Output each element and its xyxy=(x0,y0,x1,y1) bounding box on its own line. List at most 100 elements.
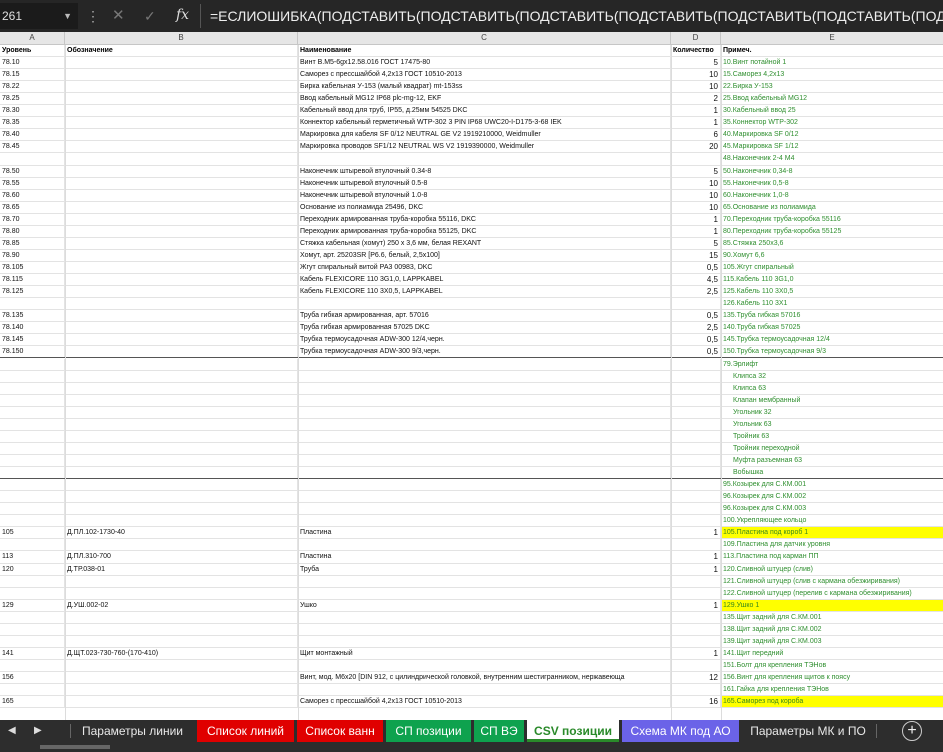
tab-sp-positions[interactable]: СП позиции xyxy=(386,720,471,742)
level-cell[interactable]: 78.135 xyxy=(0,310,65,322)
header-cell-name[interactable]: Наименование xyxy=(298,45,671,56)
note-cell[interactable]: 165.Саморез под короба xyxy=(721,696,943,708)
designation-cell[interactable]: Д.ТР.038-01 xyxy=(65,563,298,575)
quantity-cell[interactable]: 2 xyxy=(671,93,721,105)
note-cell[interactable]: 15.Саморез 4,2х13 xyxy=(721,69,943,80)
quantity-cell[interactable] xyxy=(671,587,721,599)
level-cell[interactable]: 113 xyxy=(0,551,65,563)
quantity-cell[interactable] xyxy=(671,358,721,370)
name-cell[interactable]: Кабельный ввод для труб, IP55, д.25мм 54… xyxy=(298,105,671,117)
note-cell[interactable]: 138.Щит задний для С.КМ.002 xyxy=(721,624,943,635)
note-cell[interactable]: 105.Жгут спиральный xyxy=(721,262,943,273)
note-cell[interactable]: 139.Щит задний для С.КМ.003 xyxy=(721,636,943,647)
designation-cell[interactable] xyxy=(65,394,298,406)
designation-cell[interactable] xyxy=(65,467,298,479)
note-cell[interactable]: 121.Сливной штуцер (слив с кармана обезж… xyxy=(721,576,943,587)
note-cell[interactable]: 79.Эрлифт xyxy=(721,359,943,370)
quantity-cell[interactable]: 1 xyxy=(671,599,721,611)
quantity-cell[interactable] xyxy=(671,479,721,491)
name-cell[interactable]: Пластина xyxy=(298,527,671,539)
level-cell[interactable] xyxy=(0,491,65,503)
note-cell[interactable]: 125.Кабель 110 3X0,5 xyxy=(721,286,943,297)
level-cell[interactable]: 78.105 xyxy=(0,262,65,274)
name-cell[interactable] xyxy=(298,660,671,672)
name-cell[interactable] xyxy=(298,467,671,479)
quantity-cell[interactable]: 0,5 xyxy=(671,262,721,274)
designation-cell[interactable] xyxy=(65,684,298,696)
designation-cell[interactable] xyxy=(65,153,298,165)
name-cell[interactable]: Наконечник штыревой втулочный 0.5-8 xyxy=(298,177,671,189)
header-cell-level[interactable]: Уровень xyxy=(0,45,65,56)
quantity-cell[interactable] xyxy=(671,503,721,515)
level-cell[interactable]: 156 xyxy=(0,672,65,684)
note-cell[interactable]: 161.Гайка для крепления ТЭНов xyxy=(721,684,943,695)
level-cell[interactable]: 78.80 xyxy=(0,225,65,237)
name-cell[interactable]: Труба гибкая армированная, арт. 57016 xyxy=(298,310,671,322)
quantity-cell[interactable]: 10 xyxy=(671,189,721,201)
quantity-cell[interactable]: 15 xyxy=(671,249,721,261)
designation-cell[interactable] xyxy=(65,623,298,635)
name-cell[interactable]: Кабель FLEXICORE 110 3G1,0, LAPPKABEL xyxy=(298,274,671,286)
level-cell[interactable]: 78.10 xyxy=(0,57,65,69)
level-cell[interactable]: 105 xyxy=(0,527,65,539)
quantity-cell[interactable]: 1 xyxy=(671,117,721,129)
spreadsheet-grid[interactable]: Уровень Обозначение Наименование Количес… xyxy=(0,45,943,720)
tab-line-parameters[interactable]: Параметры линии xyxy=(72,720,193,742)
note-cell[interactable]: 100.Укрепляющее кольцо xyxy=(721,515,943,526)
enter-icon[interactable]: ✓ xyxy=(144,5,156,27)
designation-cell[interactable] xyxy=(65,81,298,93)
name-cell[interactable] xyxy=(298,587,671,599)
level-cell[interactable] xyxy=(0,503,65,515)
level-cell[interactable]: 78.22 xyxy=(0,81,65,93)
quantity-cell[interactable]: 1 xyxy=(671,213,721,225)
quantity-cell[interactable] xyxy=(671,370,721,382)
name-cell[interactable] xyxy=(298,370,671,382)
name-cell[interactable]: Пластина xyxy=(298,551,671,563)
designation-cell[interactable] xyxy=(65,587,298,599)
quantity-cell[interactable]: 1 xyxy=(671,527,721,539)
quantity-cell[interactable]: 10 xyxy=(671,81,721,93)
header-cell-designation[interactable]: Обозначение xyxy=(65,45,298,56)
name-cell[interactable] xyxy=(298,406,671,418)
level-cell[interactable] xyxy=(0,515,65,527)
designation-cell[interactable] xyxy=(65,575,298,587)
designation-cell[interactable] xyxy=(65,442,298,454)
designation-cell[interactable] xyxy=(65,298,298,310)
level-cell[interactable]: 78.45 xyxy=(0,141,65,153)
quantity-cell[interactable]: 10 xyxy=(671,201,721,213)
quantity-cell[interactable]: 2,5 xyxy=(671,322,721,334)
quantity-cell[interactable] xyxy=(671,467,721,479)
name-cell[interactable]: Винт В.М5-6gx12.58.016 ГОСТ 17475-80 xyxy=(298,57,671,69)
level-cell[interactable]: 165 xyxy=(0,696,65,708)
quantity-cell[interactable]: 0,5 xyxy=(671,334,721,346)
note-cell[interactable]: 122.Сливной штуцер (перелив с кармана об… xyxy=(721,588,943,599)
name-cell[interactable]: Бирка кабельная У-153 (малый квадрат) mt… xyxy=(298,81,671,93)
name-cell[interactable] xyxy=(298,684,671,696)
column-header-b[interactable]: B xyxy=(65,32,298,44)
note-cell[interactable]: Клипса 63 xyxy=(721,383,943,394)
quantity-cell[interactable]: 2,5 xyxy=(671,286,721,298)
level-cell[interactable]: 78.35 xyxy=(0,117,65,129)
designation-cell[interactable] xyxy=(65,515,298,527)
note-cell[interactable]: 65.Основание из полиамида xyxy=(721,202,943,213)
level-cell[interactable] xyxy=(0,587,65,599)
note-cell[interactable]: 115.Кабель 110 3G1,0 xyxy=(721,274,943,285)
name-cell[interactable]: Наконечник штыревой втулочный 1.0-8 xyxy=(298,189,671,201)
quantity-cell[interactable]: 5 xyxy=(671,237,721,249)
designation-cell[interactable] xyxy=(65,503,298,515)
quantity-cell[interactable] xyxy=(671,611,721,623)
name-cell[interactable]: Труба гибкая армированная 57025 DKC xyxy=(298,322,671,334)
name-cell[interactable]: Стяжка кабельная (хомут) 250 х 3,6 мм, б… xyxy=(298,237,671,249)
note-cell[interactable]: 96.Козырек для С.КМ.002 xyxy=(721,491,943,502)
designation-cell[interactable] xyxy=(65,454,298,467)
note-cell[interactable]: Угольник 63 xyxy=(721,419,943,430)
note-cell[interactable]: 85.Стяжка 250х3,6 xyxy=(721,238,943,249)
level-cell[interactable]: 78.15 xyxy=(0,69,65,81)
quantity-cell[interactable]: 1 xyxy=(671,647,721,659)
note-cell[interactable]: 50.Наконечник 0,34-8 xyxy=(721,166,943,177)
level-cell[interactable] xyxy=(0,382,65,394)
note-cell[interactable]: 135.Труба гибкая 57016 xyxy=(721,310,943,321)
note-cell[interactable]: 80.Переходник труба-коробка 55125 xyxy=(721,226,943,237)
name-cell[interactable]: Маркировка для кабеля SF 0/12 NEUTRAL GE… xyxy=(298,129,671,141)
name-cell[interactable]: Труба xyxy=(298,563,671,575)
